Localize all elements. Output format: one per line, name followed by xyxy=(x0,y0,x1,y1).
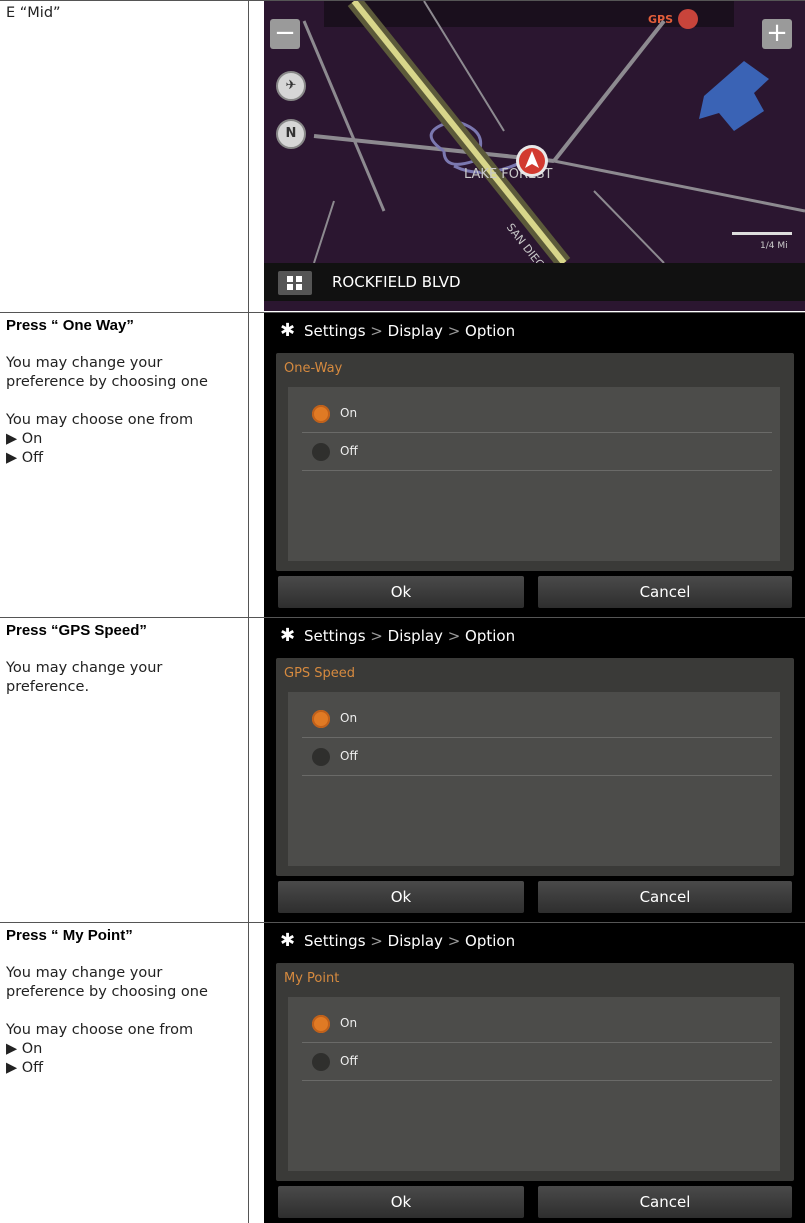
scale-label: 1/4 Mi xyxy=(760,241,788,251)
panel-title: One-Way xyxy=(284,361,343,376)
scale-bar xyxy=(732,232,792,235)
section-one-way-text: Press “ One Way” You may change your pre… xyxy=(6,316,242,468)
breadcrumb: Settings > Display > Option xyxy=(304,627,516,645)
gps-status-label: GPS xyxy=(648,13,674,26)
radio-unselected-icon[interactable] xyxy=(312,748,330,766)
gear-icon: ✱ xyxy=(280,320,296,341)
option-list: On Off xyxy=(288,387,780,561)
zoom-out-button[interactable]: − xyxy=(270,19,300,49)
gear-icon: ✱ xyxy=(280,930,296,951)
option-label: On xyxy=(340,406,358,420)
option-panel: One-Way On Off xyxy=(276,353,794,571)
option-label: On xyxy=(340,711,358,725)
panel-title: GPS Speed xyxy=(284,666,356,681)
menu-grid-button[interactable] xyxy=(278,271,312,295)
cancel-button[interactable]: Cancel xyxy=(538,1186,792,1218)
cancel-button[interactable]: Cancel xyxy=(538,881,792,913)
ok-button[interactable]: Ok xyxy=(278,881,524,913)
radio-selected-icon[interactable] xyxy=(312,710,330,728)
radio-selected-icon[interactable] xyxy=(312,405,330,423)
ok-button[interactable]: Ok xyxy=(278,1186,524,1218)
option-label: Off xyxy=(340,1054,358,1068)
breadcrumb: Settings > Display > Option xyxy=(304,932,516,950)
settings-header: ✱ Settings > Display > Option xyxy=(264,923,805,959)
radio-selected-icon[interactable] xyxy=(312,1015,330,1033)
section-gps-speed-text: Press “GPS Speed” You may change your pr… xyxy=(6,621,242,697)
section-my-point-text: Press “ My Point” You may change your pr… xyxy=(6,926,242,1078)
section-title: Press “GPS Speed” xyxy=(6,622,147,639)
option-panel: My Point On Off xyxy=(276,963,794,1181)
settings-header: ✱ Settings > Display > Option xyxy=(264,618,805,654)
map-screen[interactable]: − + ✈ N GPS LAKE FOREST SAN DIEGO 1/4 Mi… xyxy=(264,1,805,311)
panel-title: My Point xyxy=(284,971,340,986)
section-desc: You may choose one from xyxy=(6,412,194,428)
section-desc: You may change your preference. xyxy=(6,660,163,695)
ok-button[interactable]: Ok xyxy=(278,576,524,608)
map-caption: E “Mid” xyxy=(6,4,242,23)
settings-header: ✱ Settings > Display > Option xyxy=(264,313,805,349)
radio-unselected-icon[interactable] xyxy=(312,1053,330,1071)
section-desc: You may change your preference by choosi… xyxy=(6,355,208,390)
radio-unselected-icon[interactable] xyxy=(312,443,330,461)
section-title: Press “ One Way” xyxy=(6,317,134,334)
gear-icon: ✱ xyxy=(280,625,296,646)
option-list: On Off xyxy=(288,997,780,1171)
option-on[interactable]: On xyxy=(302,700,772,738)
street-name: ROCKFIELD BLVD xyxy=(332,273,461,291)
column-divider xyxy=(248,0,249,1223)
bullet-item: ▶ On xyxy=(6,431,43,447)
section-title: Press “ My Point” xyxy=(6,927,133,944)
caption-text: E “Mid” xyxy=(6,5,61,21)
route-icon[interactable]: ✈ xyxy=(276,71,306,101)
option-list: On Off xyxy=(288,692,780,866)
cancel-button[interactable]: Cancel xyxy=(538,576,792,608)
zoom-in-button[interactable]: + xyxy=(762,19,792,49)
option-label: Off xyxy=(340,444,358,458)
manual-page: E “Mid” − + ✈ N GPS LAKE FOREST SAN DIEG… xyxy=(0,0,805,1223)
option-on[interactable]: On xyxy=(302,395,772,433)
vehicle-position-icon xyxy=(516,145,548,177)
gps-signal-icon xyxy=(678,9,698,29)
compass-icon[interactable]: N xyxy=(276,119,306,149)
option-panel: GPS Speed On Off xyxy=(276,658,794,876)
street-bar: ROCKFIELD BLVD xyxy=(264,263,805,301)
my-point-settings-screen: ✱ Settings > Display > Option My Point O… xyxy=(264,923,805,1223)
one-way-settings-screen: ✱ Settings > Display > Option One-Way On… xyxy=(264,313,805,617)
section-desc: You may change your preference by choosi… xyxy=(6,965,208,1000)
gps-speed-settings-screen: ✱ Settings > Display > Option GPS Speed … xyxy=(264,618,805,922)
option-label: Off xyxy=(340,749,358,763)
option-off[interactable]: Off xyxy=(302,1043,772,1081)
option-label: On xyxy=(340,1016,358,1030)
bullet-item: ▶ Off xyxy=(6,1060,44,1076)
option-on[interactable]: On xyxy=(302,1005,772,1043)
bullet-item: ▶ Off xyxy=(6,450,44,466)
option-off[interactable]: Off xyxy=(302,738,772,776)
bullet-item: ▶ On xyxy=(6,1041,43,1057)
breadcrumb: Settings > Display > Option xyxy=(304,322,516,340)
section-desc: You may choose one from xyxy=(6,1022,194,1038)
option-off[interactable]: Off xyxy=(302,433,772,471)
